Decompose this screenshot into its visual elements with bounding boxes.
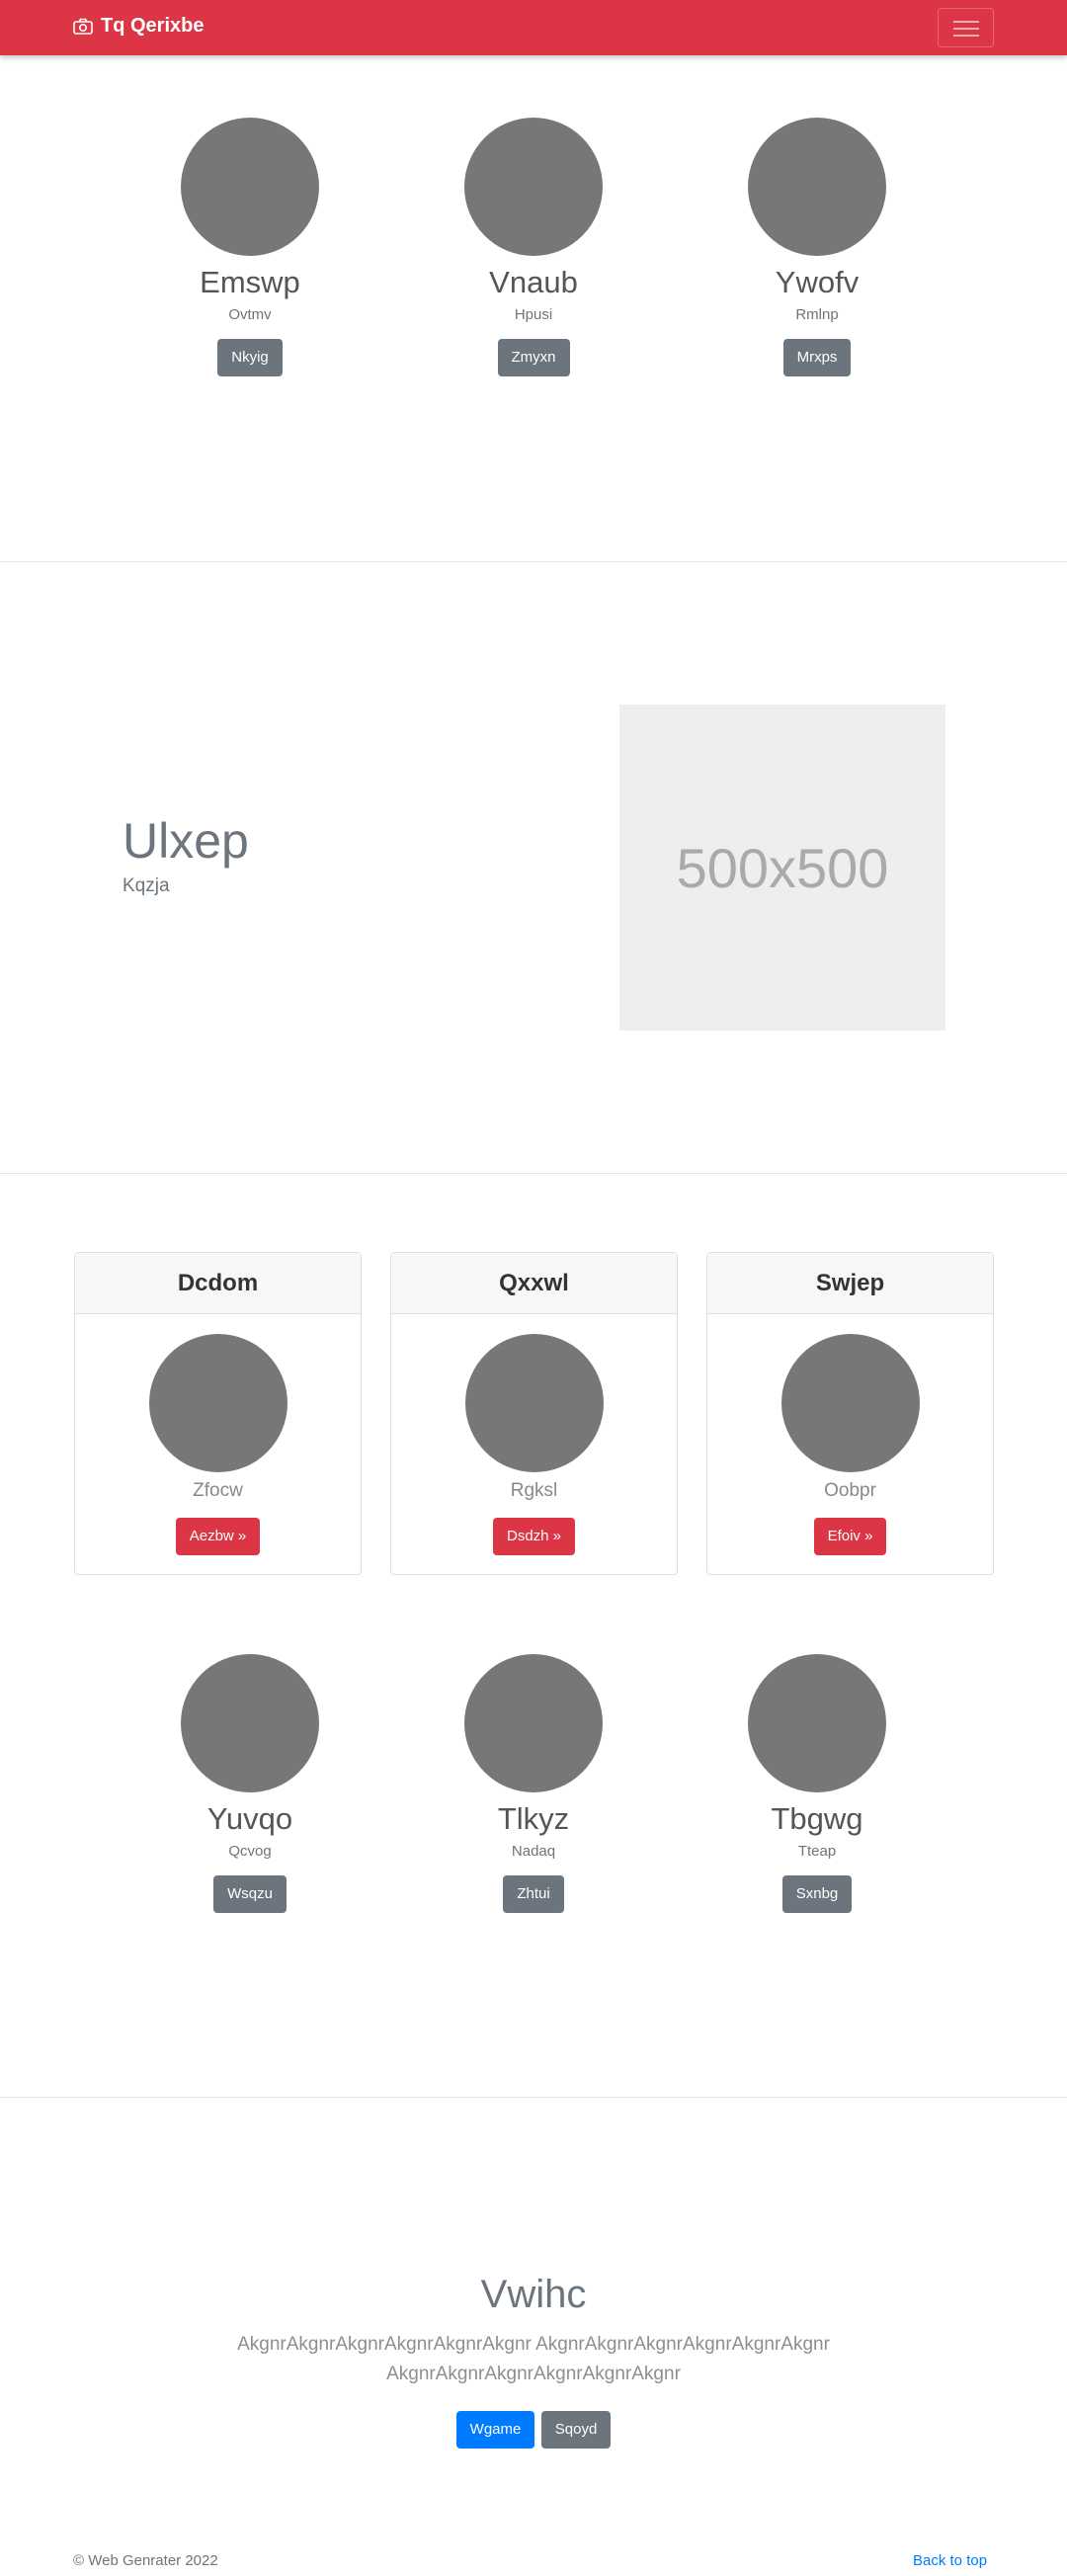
profile-name: Yuvqo xyxy=(206,1801,293,1836)
profile-card: Vnaub Hpusi Zmyxn xyxy=(435,118,632,376)
profile-card: Yuvqo Qcvog Wsqzu xyxy=(151,1654,349,1913)
profile-card: Ywofv Rmlnp Mrxps xyxy=(718,118,916,376)
hamburger-icon-line xyxy=(953,21,979,23)
section-divider xyxy=(0,1173,1067,1174)
hero-buttons: Wgame Sqoyd xyxy=(0,2411,1067,2449)
profile-button[interactable]: Zhtui xyxy=(503,1875,564,1913)
card-subtitle: Zfocw xyxy=(193,1480,243,1501)
card-subtitle: Oobpr xyxy=(824,1480,876,1501)
avatar xyxy=(464,1654,603,1792)
hero-title: Vwihc xyxy=(480,2273,587,2316)
profile-subtitle: Rmlnp xyxy=(795,306,839,323)
feature-title: Ulxep xyxy=(123,813,249,869)
hamburger-icon-line xyxy=(953,28,979,30)
avatar xyxy=(748,118,886,256)
hero-secondary-button[interactable]: Sqoyd xyxy=(540,2411,612,2449)
card-header: Dcdom xyxy=(75,1253,361,1314)
profile-subtitle: Ovtmv xyxy=(228,306,272,323)
profile-name: Ywofv xyxy=(775,265,860,299)
profile-name: Tbgwg xyxy=(771,1801,863,1836)
hamburger-icon-line xyxy=(953,35,979,37)
profile-card: Tlkyz Nadaq Zhtui xyxy=(435,1654,632,1913)
feature-card: Qxxwl Rgksl Dsdzh » xyxy=(390,1252,678,1575)
profile-button[interactable]: Nkyig xyxy=(217,339,283,376)
avatar xyxy=(181,118,319,256)
card-button[interactable]: Aezbw » xyxy=(175,1518,261,1555)
card-header: Qxxwl xyxy=(391,1253,677,1314)
feature-subtitle: Kqzja xyxy=(123,875,170,896)
feature-card: Dcdom Zfocw Aezbw » xyxy=(74,1252,362,1575)
profile-name: Tlkyz xyxy=(497,1801,570,1836)
copyright-text: © Web Genrater 2022 xyxy=(73,2552,218,2569)
profile-name: Vnaub xyxy=(489,265,578,299)
section-divider xyxy=(0,561,1067,562)
brand-link[interactable]: Tq Qerixbe xyxy=(73,15,204,38)
hero-primary-button[interactable]: Wgame xyxy=(455,2411,535,2449)
placeholder-label: 500x500 xyxy=(676,836,889,899)
profile-subtitle: Hpusi xyxy=(514,306,553,323)
profile-name: Emswp xyxy=(200,265,300,299)
profile-button[interactable]: Wsqzu xyxy=(213,1875,287,1913)
profile-subtitle: Qcvog xyxy=(228,1843,272,1860)
profile-subtitle: Tteap xyxy=(797,1843,837,1860)
profile-button[interactable]: Zmyxn xyxy=(497,339,570,376)
back-to-top-link[interactable]: Back to top xyxy=(913,2552,987,2569)
navbar-toggler-button[interactable] xyxy=(938,8,994,47)
avatar xyxy=(464,118,603,256)
brand-name: Tq Qerixbe xyxy=(101,15,205,37)
profile-card: Emswp Ovtmv Nkyig xyxy=(151,118,349,376)
camera-icon xyxy=(73,18,93,36)
avatar xyxy=(181,1654,319,1792)
section-divider xyxy=(0,2097,1067,2098)
card-subtitle: Rgksl xyxy=(510,1480,558,1501)
placeholder-image: 500x500 xyxy=(619,705,945,1031)
avatar xyxy=(464,1334,604,1472)
avatar xyxy=(748,1654,886,1792)
card-button[interactable]: Efoiv » xyxy=(813,1518,887,1555)
hero-text: AkgnrAkgnrAkgnrAkgnrAkgnrAkgnr AkgnrAkgn… xyxy=(237,2334,830,2384)
card-button[interactable]: Dsdzh » xyxy=(492,1518,576,1555)
profile-button[interactable]: Sxnbg xyxy=(781,1875,853,1913)
avatar xyxy=(148,1334,287,1472)
navbar: Tq Qerixbe xyxy=(0,0,1067,55)
avatar xyxy=(780,1334,920,1472)
profile-card: Tbgwg Tteap Sxnbg xyxy=(718,1654,916,1913)
card-header: Swjep xyxy=(707,1253,993,1314)
profile-subtitle: Nadaq xyxy=(511,1843,556,1860)
feature-card: Swjep Oobpr Efoiv » xyxy=(706,1252,994,1575)
profile-button[interactable]: Mrxps xyxy=(782,339,852,376)
